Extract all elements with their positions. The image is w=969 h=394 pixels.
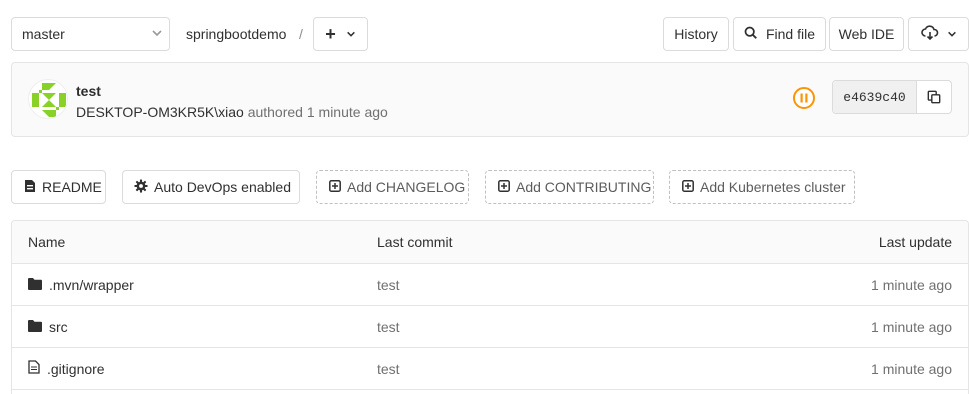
history-button[interactable]: History: [663, 17, 729, 51]
find-file-button[interactable]: Find file: [733, 17, 826, 51]
commit-message[interactable]: test: [377, 264, 400, 305]
commit-sha[interactable]: e4639c40: [833, 81, 917, 113]
add-dropdown-button[interactable]: +: [313, 17, 368, 51]
plus-square-icon: [329, 179, 341, 195]
auto-devops-button[interactable]: Auto DevOps enabled: [122, 170, 300, 204]
last-update: 1 minute ago: [871, 276, 952, 293]
last-update: 1 minute ago: [871, 318, 952, 335]
chevron-down-icon: [346, 26, 356, 42]
branch-name: master: [22, 26, 65, 42]
table-row[interactable]: .mvn/wrapper test 1 minute ago: [12, 264, 968, 306]
folder-icon: [28, 319, 42, 335]
file-name[interactable]: src: [49, 319, 68, 335]
file-name[interactable]: .mvn/wrapper: [49, 277, 134, 293]
readme-button[interactable]: README: [11, 170, 106, 204]
pipeline-paused-icon[interactable]: [792, 86, 816, 110]
table-header: Name Last commit Last update: [12, 221, 968, 264]
chevron-down-icon: [151, 26, 163, 42]
avatar[interactable]: [28, 79, 68, 119]
auto-devops-label: Auto DevOps enabled: [154, 179, 291, 195]
last-commit-panel: test DESKTOP-OM3KR5K\xiao authored 1 min…: [11, 62, 969, 137]
breadcrumb-separator: /: [299, 26, 303, 42]
search-icon: [744, 26, 758, 43]
add-contributing-label: Add CONTRIBUTING: [516, 179, 652, 195]
commit-author[interactable]: DESKTOP-OM3KR5K\xiao: [76, 104, 244, 120]
add-changelog-label: Add CHANGELOG: [347, 179, 466, 195]
download-dropdown-button[interactable]: [908, 17, 969, 51]
commit-title[interactable]: test: [76, 83, 101, 99]
table-row[interactable]: src test 1 minute ago: [12, 306, 968, 348]
table-row[interactable]: .gitignore test 1 minute ago: [12, 348, 968, 390]
plus-square-icon: [682, 179, 694, 195]
authored-label: authored: [247, 104, 303, 120]
commit-message[interactable]: test: [377, 348, 400, 389]
copy-icon[interactable]: [917, 81, 951, 113]
plus-icon: +: [325, 24, 336, 44]
readme-label: README: [42, 179, 102, 195]
web-ide-label: Web IDE: [838, 26, 895, 42]
doc-icon: [24, 179, 36, 196]
commit-sha-group: e4639c40: [832, 80, 952, 114]
last-update: 1 minute ago: [871, 360, 952, 377]
folder-icon: [28, 277, 42, 293]
commit-meta: DESKTOP-OM3KR5K\xiao authored 1 minute a…: [76, 104, 388, 120]
find-file-label: Find file: [765, 26, 816, 42]
file-table: Name Last commit Last update .mvn/wrappe…: [11, 220, 969, 394]
header-name: Name: [28, 234, 66, 250]
file-name[interactable]: .gitignore: [47, 361, 105, 377]
header-last-commit: Last commit: [377, 234, 453, 250]
gear-icon: [134, 178, 148, 196]
add-changelog-button[interactable]: Add CHANGELOG: [316, 170, 469, 204]
cloud-download-icon: [920, 24, 939, 44]
branch-select[interactable]: master: [11, 17, 170, 51]
add-kubernetes-cluster-button[interactable]: Add Kubernetes cluster: [669, 170, 855, 204]
header-last-update: Last update: [878, 234, 952, 250]
file-icon: [28, 360, 40, 377]
history-label: History: [674, 26, 718, 42]
add-contributing-button[interactable]: Add CONTRIBUTING: [485, 170, 654, 204]
plus-square-icon: [498, 179, 510, 195]
chevron-down-icon: [947, 26, 957, 42]
breadcrumb-project[interactable]: springbootdemo: [186, 26, 286, 42]
commit-time: 1 minute ago: [306, 104, 388, 120]
add-kubernetes-label: Add Kubernetes cluster: [700, 179, 846, 195]
commit-message[interactable]: test: [377, 306, 400, 347]
web-ide-button[interactable]: Web IDE: [829, 17, 904, 51]
